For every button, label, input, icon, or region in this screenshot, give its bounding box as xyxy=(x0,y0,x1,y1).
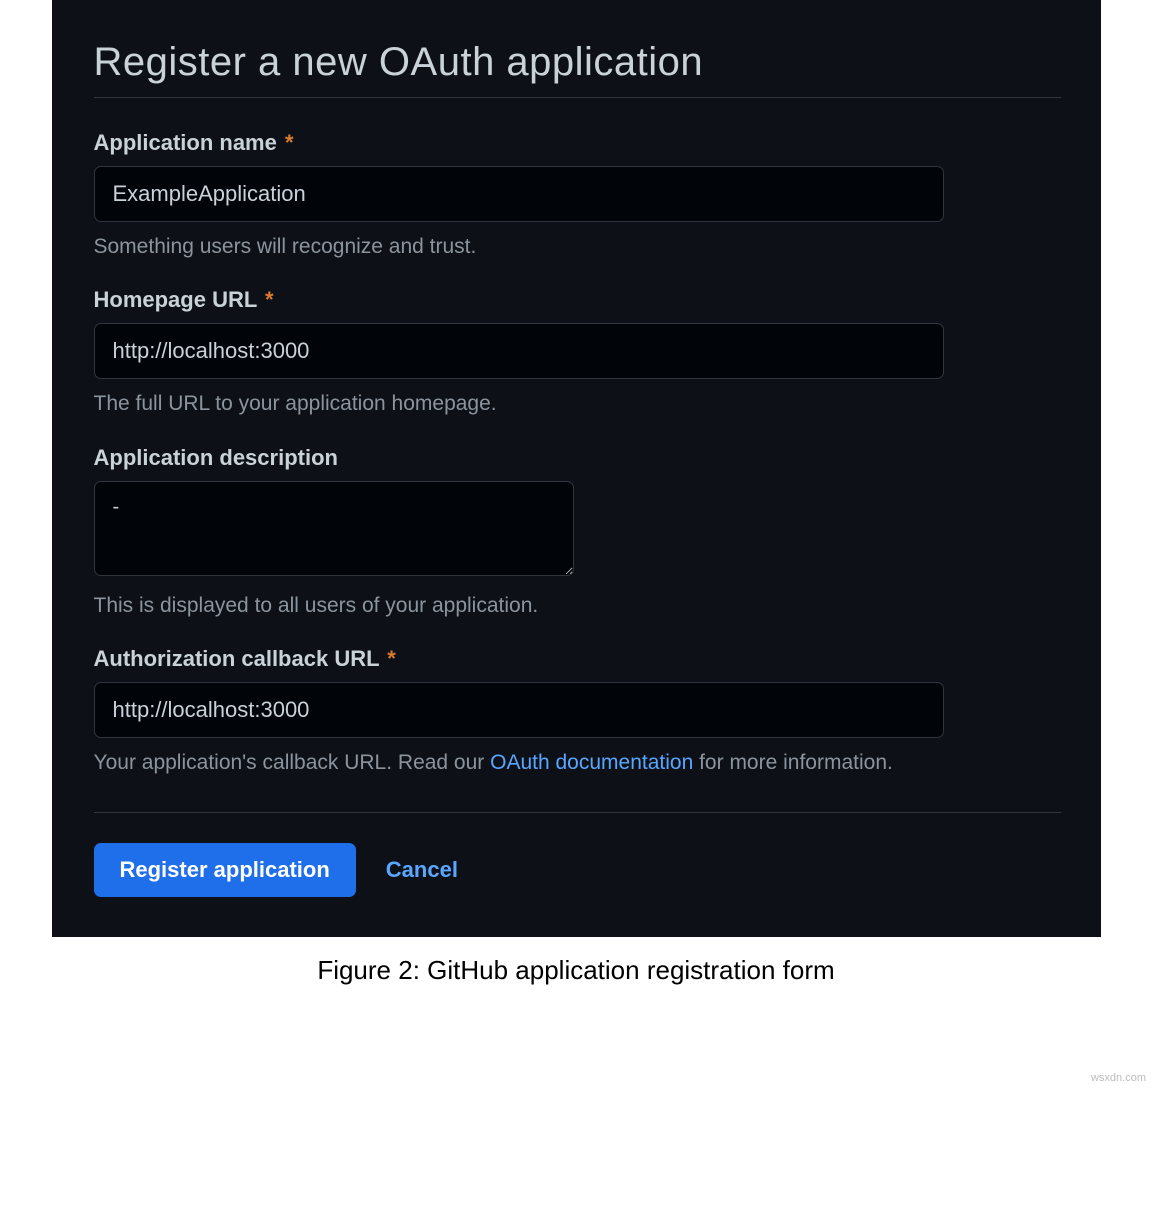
callback-help-prefix: Your application's callback URL. Read ou… xyxy=(94,751,491,774)
field-group-homepage-url: Homepage URL * The full URL to your appl… xyxy=(94,287,1061,418)
app-name-input[interactable] xyxy=(94,166,944,222)
app-name-help: Something users will recognize and trust… xyxy=(94,232,1061,261)
homepage-url-input[interactable] xyxy=(94,323,944,379)
form-panel: Register a new OAuth application Applica… xyxy=(52,0,1101,937)
actions-divider xyxy=(94,812,1061,813)
description-label-text: Application description xyxy=(94,445,338,470)
oauth-documentation-link[interactable]: OAuth documentation xyxy=(490,751,693,774)
description-textarea[interactable]: - xyxy=(94,481,574,576)
callback-help-suffix: for more information. xyxy=(693,751,893,774)
cancel-link[interactable]: Cancel xyxy=(386,857,458,883)
required-star-icon: * xyxy=(285,130,294,155)
description-label: Application description xyxy=(94,445,1061,471)
homepage-url-label: Homepage URL * xyxy=(94,287,1061,313)
homepage-url-label-text: Homepage URL xyxy=(94,287,257,312)
required-star-icon: * xyxy=(387,646,396,671)
callback-url-label-text: Authorization callback URL xyxy=(94,646,380,671)
required-star-icon: * xyxy=(265,287,274,312)
field-group-description: Application description - This is displa… xyxy=(94,445,1061,620)
callback-url-help: Your application's callback URL. Read ou… xyxy=(94,748,1061,777)
field-group-app-name: Application name * Something users will … xyxy=(94,130,1061,261)
figure-caption: Figure 2: GitHub application registratio… xyxy=(0,955,1152,986)
form-actions: Register application Cancel xyxy=(94,843,1061,897)
callback-url-label: Authorization callback URL * xyxy=(94,646,1061,672)
callback-url-input[interactable] xyxy=(94,682,944,738)
field-group-callback-url: Authorization callback URL * Your applic… xyxy=(94,646,1061,777)
app-name-label-text: Application name xyxy=(94,130,277,155)
register-application-button[interactable]: Register application xyxy=(94,843,356,897)
title-divider xyxy=(94,97,1061,98)
description-help: This is displayed to all users of your a… xyxy=(94,591,1061,620)
watermark-text: wsxdn.com xyxy=(1091,1072,1146,1084)
homepage-url-help: The full URL to your application homepag… xyxy=(94,389,1061,418)
page-title: Register a new OAuth application xyxy=(94,40,1061,97)
app-name-label: Application name * xyxy=(94,130,1061,156)
